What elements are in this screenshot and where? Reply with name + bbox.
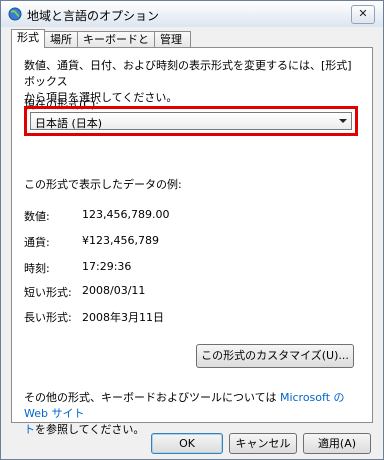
format-select-value: 日本語 (日本) [35, 117, 103, 130]
close-button[interactable]: ✕ [351, 5, 375, 24]
tab-format[interactable]: 形式 [11, 29, 45, 48]
format-panel: 数値、通貨、日付、および時刻の表示形式を変更するには、[形式] ボックス から項… [11, 47, 373, 436]
title-bar: 地域と言語のオプション ✕ [1, 1, 383, 27]
footer-prefix: その他の形式、キーボードおよびツールについては [24, 391, 277, 404]
example-value-short-date: 2008/03/11 [82, 284, 146, 297]
example-label-number: 数値: [24, 210, 50, 223]
window-title: 地域と言語のオプション [27, 9, 160, 23]
tab-keyboards-languages[interactable]: キーボードと言語 [77, 31, 155, 61]
format-select[interactable]: 日本語 (日本) [30, 112, 352, 130]
highlight-box: 日本語 (日本) [24, 106, 358, 136]
close-icon: ✕ [358, 7, 368, 20]
ok-button[interactable]: OK [151, 433, 223, 454]
description-line-1: 数値、通貨、日付、および時刻の表示形式を変更するには、[形式] ボックス [24, 59, 352, 88]
example-value-time: 17:29:36 [82, 260, 132, 273]
apply-button[interactable]: 適用(A) [303, 433, 371, 454]
example-label-currency: 通貨: [24, 236, 50, 249]
example-label-short-date: 短い形式: [24, 286, 72, 299]
example-label-long-date: 長い形式: [24, 311, 72, 324]
chevron-down-icon [339, 119, 347, 123]
microsoft-website-link-cont[interactable]: ト [24, 423, 35, 436]
cancel-button[interactable]: キャンセル [229, 433, 297, 454]
footer-text: その他の形式、キーボードおよびツールについては Microsoft の Web … [24, 390, 366, 438]
example-value-long-date: 2008年3月11日 [82, 311, 164, 324]
example-value-currency: ¥123,456,789 [82, 234, 159, 247]
dialog-window: 地域と言語のオプション ✕ 形式 場所 キーボードと言語 管理 数値、通貨、日付… [0, 0, 384, 460]
tab-administrative[interactable]: 管理 [154, 31, 191, 47]
tab-location[interactable]: 場所 [44, 31, 78, 47]
globe-icon [8, 7, 22, 21]
example-label-time: 時刻: [24, 262, 50, 275]
example-heading: この形式で表示したデータの例: [24, 178, 182, 191]
customize-format-button[interactable]: この形式のカスタマイズ(U)... [196, 344, 354, 368]
footer-suffix: を参照してください。 [35, 423, 145, 436]
example-value-number: 123,456,789.00 [82, 208, 170, 221]
